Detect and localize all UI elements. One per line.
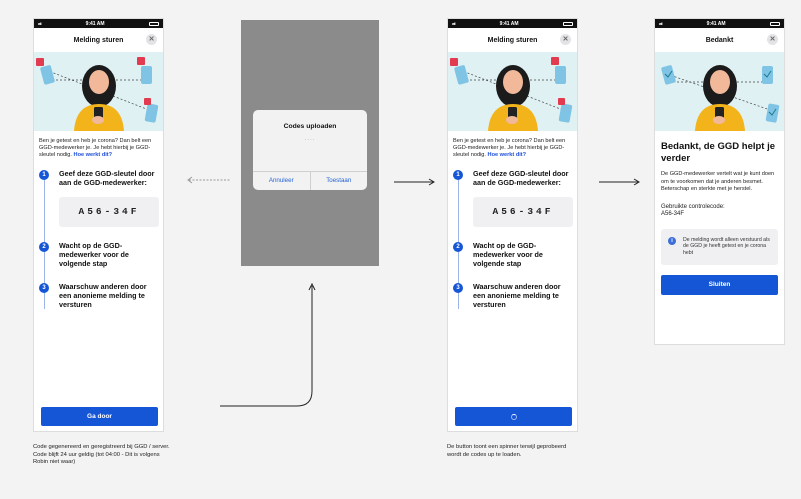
- signal-indicator: atl: [452, 21, 456, 26]
- step-text: Wacht op de GGD-medewerker voor de volge…: [59, 241, 129, 268]
- screen-title: Bedankt: [705, 36, 734, 44]
- status-time: 9:41 AM: [706, 20, 726, 27]
- help-link[interactable]: Hoe werkt dit?: [488, 152, 527, 158]
- caption-screen3: De button toont een spinner terwijl gepr…: [447, 444, 567, 458]
- close-icon[interactable]: ✕: [146, 34, 157, 45]
- thanks-paragraph: De GGD-medewerker vertelt wat je kunt do…: [661, 171, 775, 192]
- close-icon[interactable]: ✕: [560, 34, 571, 45]
- dialog-title: Codes uploaden: [283, 123, 337, 130]
- caption-screen1: Code gegenereerd en geregistreerd bij GG…: [33, 444, 170, 465]
- step-2: 2 Wacht op de GGD-medewerker voor de vol…: [453, 241, 572, 268]
- step-number: 2: [39, 242, 49, 252]
- codes-upload-dialog: Codes uploaden .... Annuleer Toestaan: [253, 110, 367, 190]
- info-box: i De melding wordt alleen verstuurd als …: [661, 228, 778, 265]
- illustration-woman-phone: [448, 52, 577, 131]
- ggd-key-code: A56-34F: [473, 197, 573, 227]
- illustration-woman-phone-check: [655, 52, 784, 131]
- screen-bedankt: atl 9:41 AM Bedankt ✕ Bedankt, de GGD he…: [654, 18, 785, 345]
- step-3: 3 Waarschuw anderen door een anonieme me…: [453, 282, 572, 309]
- screen-title: Melding sturen: [73, 36, 124, 44]
- allow-button[interactable]: Toestaan: [309, 172, 368, 190]
- illustration-woman-phone: [34, 52, 163, 131]
- help-link[interactable]: Hoe werkt dit?: [74, 152, 113, 158]
- nav-bar: Melding sturen ✕: [448, 28, 577, 52]
- step-text: Waarschuw anderen door een anonieme meld…: [59, 282, 147, 309]
- step-text: Geef deze GGD-sleutel door aan de GGD-me…: [59, 169, 155, 187]
- status-bar: atl 9:41 AM: [34, 19, 163, 28]
- nav-bar: Bedankt ✕: [655, 28, 784, 52]
- info-text: De melding wordt alleen verstuurd als de…: [683, 236, 770, 257]
- battery-icon: [769, 21, 780, 26]
- status-bar: atl 9:41 AM: [448, 19, 577, 28]
- step-text: Wacht op de GGD-medewerker voor de volge…: [473, 241, 543, 268]
- dialog-buttons: Annuleer Toestaan: [253, 171, 367, 190]
- curved-arrow-up: [220, 282, 316, 407]
- status-time: 9:41 AM: [85, 20, 105, 27]
- used-code-value: A56-34F: [661, 211, 685, 217]
- step-1: 1 Geef deze GGD-sleutel door aan de GGD-…: [39, 169, 158, 187]
- used-code-label: Gebruikte controlecode:: [661, 203, 725, 210]
- status-time: 9:41 AM: [499, 20, 519, 27]
- step-number: 1: [453, 170, 463, 180]
- arrow-right: [394, 178, 435, 186]
- spinner-icon: [510, 413, 517, 420]
- screen-melding-sturen: atl 9:41 AM Melding sturen ✕ Ben je gete…: [33, 18, 164, 432]
- thanks-heading: Bedankt, de GGD helpt je verder: [661, 141, 776, 164]
- step-text: Waarschuw anderen door een anonieme meld…: [473, 282, 561, 309]
- step-number: 3: [453, 283, 463, 293]
- step-1: 1 Geef deze GGD-sleutel door aan de GGD-…: [453, 169, 572, 187]
- step-number: 3: [39, 283, 49, 293]
- step-number: 1: [39, 170, 49, 180]
- steps-list: 1 Geef deze GGD-sleutel door aan de GGD-…: [34, 159, 163, 309]
- signal-indicator: atl: [659, 21, 663, 26]
- intro-text: Ben je getest en heb je corona? Dan belt…: [448, 131, 577, 159]
- step-text: Geef deze GGD-sleutel door aan de GGD-me…: [473, 169, 569, 187]
- step-number: 2: [453, 242, 463, 252]
- step-3: 3 Waarschuw anderen door een anonieme me…: [39, 282, 158, 309]
- arrow-right: [599, 178, 640, 186]
- used-code-block: Gebruikte controlecode: A56-34F: [655, 194, 784, 219]
- cancel-button[interactable]: Annuleer: [253, 172, 310, 190]
- signal-indicator: atl: [38, 21, 42, 26]
- status-bar: atl 9:41 AM: [655, 19, 784, 28]
- battery-icon: [148, 21, 159, 26]
- upload-dialog-screen: Codes uploaden .... Annuleer Toestaan: [241, 20, 379, 266]
- screen-melding-sturen-loading: atl 9:41 AM Melding sturen ✕ Ben je gete…: [447, 18, 578, 432]
- intro-text: Ben je getest en heb je corona? Dan belt…: [34, 131, 163, 159]
- close-icon[interactable]: ✕: [767, 34, 778, 45]
- continue-button-loading[interactable]: [455, 407, 572, 426]
- dialog-progress: ....: [304, 136, 316, 142]
- steps-list: 1 Geef deze GGD-sleutel door aan de GGD-…: [448, 159, 577, 309]
- continue-button[interactable]: Ga door: [41, 407, 158, 426]
- dotted-arrow-left: [187, 176, 231, 184]
- step-2: 2 Wacht op de GGD-medewerker voor de vol…: [39, 241, 158, 268]
- ggd-key-code: A56-34F: [59, 197, 159, 227]
- close-button[interactable]: Sluiten: [661, 274, 778, 295]
- nav-bar: Melding sturen ✕: [34, 28, 163, 52]
- info-icon: i: [668, 236, 676, 245]
- battery-icon: [562, 21, 573, 26]
- screen-title: Melding sturen: [487, 36, 538, 44]
